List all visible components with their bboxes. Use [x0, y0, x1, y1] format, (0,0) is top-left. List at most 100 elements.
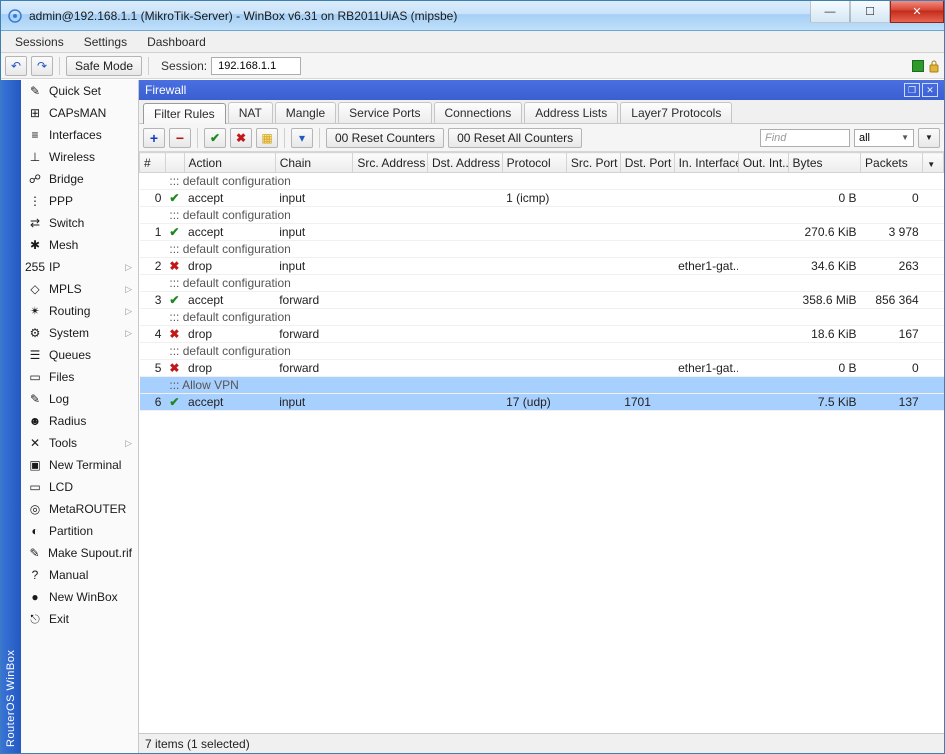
table-row[interactable]: 6✔acceptinput17 (udp)17017.5 KiB137: [140, 394, 944, 411]
comment-row[interactable]: ::: default configuration: [140, 275, 944, 292]
child-window-titlebar[interactable]: Firewall ❐ ✕: [139, 80, 944, 100]
column-header[interactable]: ▼: [923, 153, 944, 173]
column-header[interactable]: Src. Port: [566, 153, 620, 173]
comment-row[interactable]: ::: default configuration: [140, 343, 944, 360]
sidebar-item-label: Switch: [49, 216, 84, 230]
close-button[interactable]: ✕: [890, 1, 944, 23]
tab-layer7-protocols[interactable]: Layer7 Protocols: [620, 102, 732, 123]
column-header[interactable]: Dst. Address: [428, 153, 503, 173]
sidebar-item-mpls[interactable]: ◇MPLS▷: [21, 278, 138, 300]
comment-row[interactable]: ::: default configuration: [140, 207, 944, 224]
table-row[interactable]: 5✖dropforwardether1-gat...0 B0: [140, 360, 944, 377]
column-header[interactable]: In. Interface: [674, 153, 738, 173]
sidebar-item-radius[interactable]: ☻Radius: [21, 410, 138, 432]
comment-row[interactable]: ::: Allow VPN: [140, 377, 944, 394]
column-header[interactable]: Action: [184, 153, 275, 173]
table-row[interactable]: 0✔acceptinput1 (icmp)0 B0: [140, 190, 944, 207]
sidebar-item-mesh[interactable]: ✱Mesh: [21, 234, 138, 256]
safe-mode-button[interactable]: Safe Mode: [66, 56, 142, 76]
child-close-icon[interactable]: ✕: [922, 83, 938, 97]
sidebar-item-label: Tools: [49, 436, 77, 450]
enable-button[interactable]: ✔: [204, 128, 226, 148]
comment-row[interactable]: ::: default configuration: [140, 309, 944, 326]
tab-mangle[interactable]: Mangle: [275, 102, 336, 123]
filter-button[interactable]: ▾: [291, 128, 313, 148]
minimize-button[interactable]: —: [810, 1, 850, 23]
undo-button[interactable]: ↶: [5, 56, 27, 76]
sidebar-item-exit[interactable]: ⎋Exit: [21, 608, 138, 630]
sidebar-item-label: Quick Set: [49, 84, 101, 98]
sidebar-item-ip[interactable]: 255IP▷: [21, 256, 138, 278]
sidebar-item-bridge[interactable]: ☍Bridge: [21, 168, 138, 190]
add-button[interactable]: +: [143, 128, 165, 148]
sidebar-item-queues[interactable]: ☰Queues: [21, 344, 138, 366]
sidebar-item-wireless[interactable]: ⊥Wireless: [21, 146, 138, 168]
sidebar-item-new-winbox[interactable]: ●New WinBox: [21, 586, 138, 608]
connected-indicator-icon: [912, 60, 924, 72]
table-row[interactable]: 2✖dropinputether1-gat...34.6 KiB263: [140, 258, 944, 275]
sidebar-item-capsman[interactable]: ⊞CAPsMAN: [21, 102, 138, 124]
sidebar-icon: ▭: [27, 369, 43, 385]
column-header[interactable]: [165, 153, 184, 173]
tab-connections[interactable]: Connections: [434, 102, 523, 123]
sidebar-icon: ?: [27, 567, 43, 583]
comment-button[interactable]: ▦: [256, 128, 278, 148]
sidebar-item-lcd[interactable]: ▭LCD: [21, 476, 138, 498]
rules-grid[interactable]: # ActionChainSrc. AddressDst. AddressProt…: [139, 152, 944, 733]
sidebar-item-quick-set[interactable]: ✎Quick Set: [21, 80, 138, 102]
comment-row[interactable]: ::: default configuration: [140, 173, 944, 190]
plus-icon: +: [150, 130, 158, 146]
sidebar-item-label: Files: [49, 370, 74, 384]
tab-nat[interactable]: NAT: [228, 102, 273, 123]
sidebar-item-interfaces[interactable]: ≡Interfaces: [21, 124, 138, 146]
sidebar-item-system[interactable]: ⚙System▷: [21, 322, 138, 344]
filter-combo[interactable]: all▼: [854, 129, 914, 147]
sidebar-icon: 255: [27, 259, 43, 275]
sidebar-item-switch[interactable]: ⇄ Switch: [21, 212, 138, 234]
remove-button[interactable]: −: [169, 128, 191, 148]
sidebar-icon: ⇄: [27, 215, 43, 231]
column-header[interactable]: Packets: [861, 153, 923, 173]
column-header[interactable]: Dst. Port: [620, 153, 674, 173]
titlebar[interactable]: admin@192.168.1.1 (MikroTik-Server) - Wi…: [1, 1, 944, 31]
sidebar-item-manual[interactable]: ?Manual: [21, 564, 138, 586]
menu-settings[interactable]: Settings: [74, 33, 137, 51]
tab-address-lists[interactable]: Address Lists: [524, 102, 618, 123]
sidebar-item-files[interactable]: ▭ Files: [21, 366, 138, 388]
sidebar-icon: ⚙: [27, 325, 43, 341]
column-header[interactable]: Chain: [275, 153, 353, 173]
submenu-arrow-icon: ▷: [125, 306, 132, 317]
maximize-button[interactable]: ☐: [850, 1, 890, 23]
column-header[interactable]: Src. Address: [353, 153, 428, 173]
sidebar-item-metarouter[interactable]: ◎MetaROUTER: [21, 498, 138, 520]
tab-service-ports[interactable]: Service Ports: [338, 102, 431, 123]
sidebar-item-make-supout-rif[interactable]: ✎Make Supout.rif: [21, 542, 138, 564]
table-row[interactable]: 4✖dropforward18.6 KiB167: [140, 326, 944, 343]
column-header[interactable]: Protocol: [502, 153, 566, 173]
table-row[interactable]: 3✔acceptforward358.6 MiB856 364: [140, 292, 944, 309]
session-value[interactable]: 192.168.1.1: [211, 57, 301, 75]
sidebar-item-label: Radius: [49, 414, 86, 428]
sidebar-item-ppp[interactable]: ⋮PPP: [21, 190, 138, 212]
drop-icon: ✖: [169, 259, 179, 273]
disable-button[interactable]: ✖: [230, 128, 252, 148]
comment-row[interactable]: ::: default configuration: [140, 241, 944, 258]
dropdown-button[interactable]: ▼: [918, 128, 940, 148]
redo-button[interactable]: ↷: [31, 56, 53, 76]
sidebar-item-partition[interactable]: ◐Partition: [21, 520, 138, 542]
sidebar-item-new-terminal[interactable]: ▣New Terminal: [21, 454, 138, 476]
reset-all-counters-button[interactable]: 00 Reset All Counters: [448, 128, 582, 148]
column-header[interactable]: Out. Int...: [738, 153, 788, 173]
reset-counters-button[interactable]: 00 Reset Counters: [326, 128, 444, 148]
sidebar-item-routing[interactable]: ✴Routing▷: [21, 300, 138, 322]
sidebar-item-tools[interactable]: ✕Tools▷: [21, 432, 138, 454]
column-header[interactable]: Bytes: [788, 153, 861, 173]
tab-filter-rules[interactable]: Filter Rules: [143, 103, 226, 124]
child-restore-icon[interactable]: ❐: [904, 83, 920, 97]
column-header[interactable]: #: [140, 153, 166, 173]
menu-dashboard[interactable]: Dashboard: [137, 33, 216, 51]
menu-sessions[interactable]: Sessions: [5, 33, 74, 51]
sidebar-item-log[interactable]: ✎Log: [21, 388, 138, 410]
table-row[interactable]: 1✔acceptinput270.6 KiB3 978: [140, 224, 944, 241]
find-input[interactable]: Find: [760, 129, 850, 147]
